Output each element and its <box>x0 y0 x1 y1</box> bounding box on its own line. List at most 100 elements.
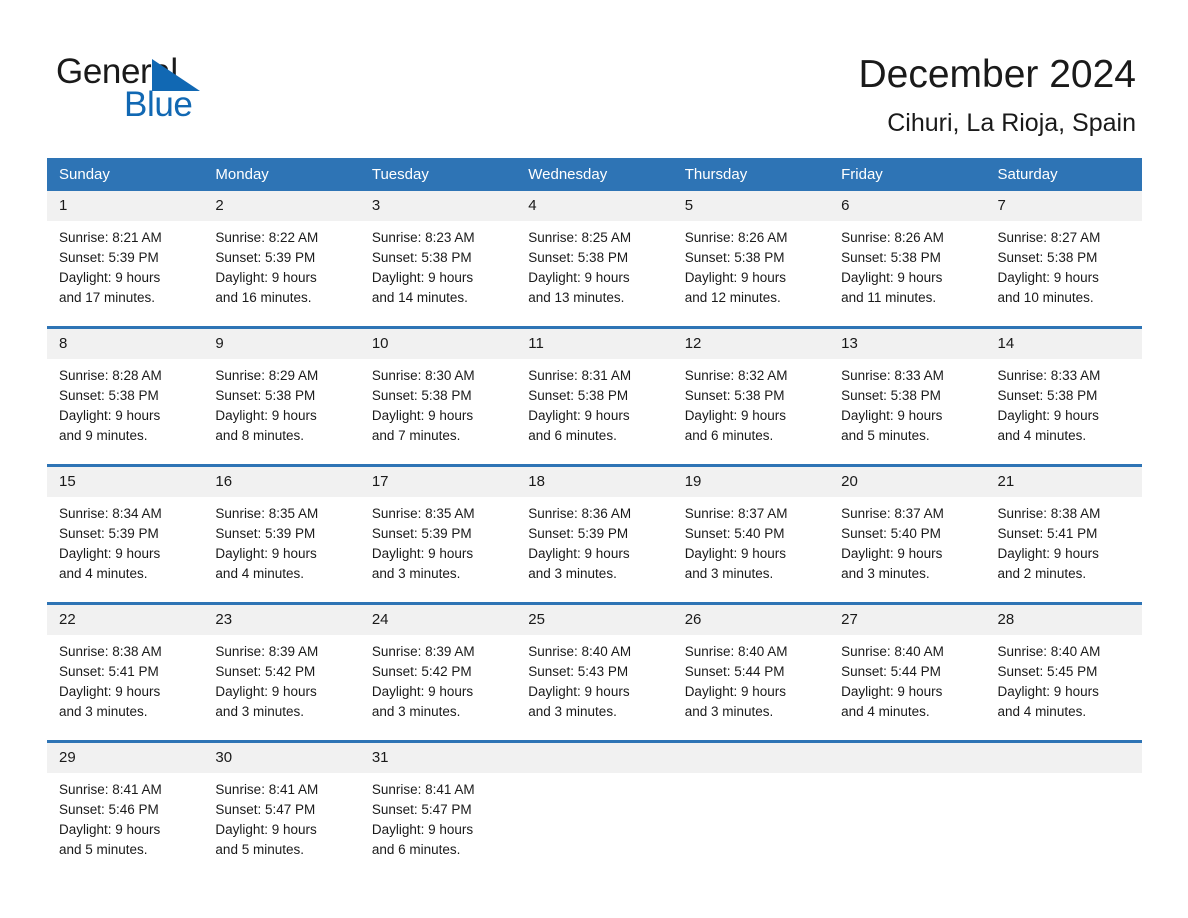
day-number: 22 <box>47 605 204 635</box>
day-number: 21 <box>985 467 1142 497</box>
day-details: Sunrise: 8:39 AM Sunset: 5:42 PM Dayligh… <box>360 635 516 722</box>
day-number: 1 <box>47 191 204 221</box>
daylight-text-line2: and 4 minutes. <box>997 704 1087 719</box>
calendar-day-cell[interactable]: 27 Sunrise: 8:40 AM Sunset: 5:44 PM Dayl… <box>829 605 986 740</box>
weekday-header-saturday: Saturday <box>985 158 1142 191</box>
sunset-text: Sunset: 5:39 PM <box>215 526 316 541</box>
sunset-text: Sunset: 5:47 PM <box>215 802 316 817</box>
daylight-text-line2: and 17 minutes. <box>59 290 156 305</box>
sunset-text: Sunset: 5:38 PM <box>684 388 785 403</box>
weekday-header-monday: Monday <box>203 158 360 191</box>
calendar-day-cell[interactable]: 20 Sunrise: 8:37 AM Sunset: 5:40 PM Dayl… <box>829 467 986 602</box>
sunrise-text: Sunrise: 8:41 AM <box>59 782 162 797</box>
daylight-text-line1: Daylight: 9 hours <box>59 270 161 285</box>
day-details: Sunrise: 8:40 AM Sunset: 5:44 PM Dayligh… <box>673 635 829 722</box>
sunset-text: Sunset: 5:41 PM <box>997 526 1098 541</box>
daylight-text-line1: Daylight: 9 hours <box>684 408 786 423</box>
day-number: 31 <box>359 743 517 773</box>
calendar-day-cell[interactable]: 14 Sunrise: 8:33 AM Sunset: 5:38 PM Dayl… <box>985 329 1142 464</box>
daylight-text-line2: and 12 minutes. <box>684 290 781 305</box>
sunrise-text: Sunrise: 8:32 AM <box>684 368 788 383</box>
sunrise-text: Sunrise: 8:29 AM <box>215 368 319 383</box>
day-details: Sunrise: 8:33 AM Sunset: 5:38 PM Dayligh… <box>986 359 1142 446</box>
calendar-day-cell[interactable]: 1 Sunrise: 8:21 AM Sunset: 5:39 PM Dayli… <box>47 191 204 326</box>
calendar-day-cell[interactable]: 24 Sunrise: 8:39 AM Sunset: 5:42 PM Dayl… <box>359 605 517 740</box>
day-details: Sunrise: 8:40 AM Sunset: 5:45 PM Dayligh… <box>986 635 1142 722</box>
daylight-text-line2: and 6 minutes. <box>371 842 461 857</box>
daylight-text-line2: and 5 minutes. <box>841 428 930 443</box>
sunset-text: Sunset: 5:39 PM <box>59 526 159 541</box>
daylight-text-line1: Daylight: 9 hours <box>215 408 317 423</box>
day-number <box>672 743 830 773</box>
sunset-text: Sunset: 5:39 PM <box>528 526 629 541</box>
sunset-text: Sunset: 5:38 PM <box>997 250 1098 265</box>
day-number: 27 <box>829 605 986 635</box>
day-details: Sunrise: 8:32 AM Sunset: 5:38 PM Dayligh… <box>673 359 829 446</box>
daylight-text-line1: Daylight: 9 hours <box>528 684 630 699</box>
day-details: Sunrise: 8:35 AM Sunset: 5:39 PM Dayligh… <box>203 497 359 584</box>
daylight-text-line1: Daylight: 9 hours <box>997 684 1099 699</box>
sunrise-text: Sunrise: 8:40 AM <box>841 644 944 659</box>
daylight-text-line2: and 3 minutes. <box>684 704 774 719</box>
calendar-body: 1 Sunrise: 8:21 AM Sunset: 5:39 PM Dayli… <box>47 191 1142 878</box>
calendar-week-row: 15 Sunrise: 8:34 AM Sunset: 5:39 PM Dayl… <box>47 467 1142 602</box>
calendar-day-cell[interactable]: 15 Sunrise: 8:34 AM Sunset: 5:39 PM Dayl… <box>47 467 204 602</box>
daylight-text-line1: Daylight: 9 hours <box>59 822 161 837</box>
day-details: Sunrise: 8:36 AM Sunset: 5:39 PM Dayligh… <box>516 497 672 584</box>
calendar-day-cell[interactable]: 4 Sunrise: 8:25 AM Sunset: 5:38 PM Dayli… <box>516 191 673 326</box>
sunrise-text: Sunrise: 8:40 AM <box>684 644 788 659</box>
sunrise-text: Sunrise: 8:25 AM <box>528 230 632 245</box>
day-number: 19 <box>672 467 830 497</box>
calendar-day-cell[interactable]: 29 Sunrise: 8:41 AM Sunset: 5:46 PM Dayl… <box>47 743 204 878</box>
calendar-day-cell[interactable]: 16 Sunrise: 8:35 AM Sunset: 5:39 PM Dayl… <box>203 467 360 602</box>
calendar-day-cell[interactable]: 17 Sunrise: 8:35 AM Sunset: 5:39 PM Dayl… <box>359 467 517 602</box>
page-subtitle: Cihuri, La Rioja, Spain <box>887 109 1136 137</box>
calendar-day-cell[interactable]: 3 Sunrise: 8:23 AM Sunset: 5:38 PM Dayli… <box>359 191 517 326</box>
sunrise-text: Sunrise: 8:26 AM <box>684 230 788 245</box>
day-number: 28 <box>985 605 1142 635</box>
daylight-text-line1: Daylight: 9 hours <box>59 684 161 699</box>
sunrise-text: Sunrise: 8:37 AM <box>841 506 944 521</box>
calendar-day-cell[interactable]: 8 Sunrise: 8:28 AM Sunset: 5:38 PM Dayli… <box>47 329 204 464</box>
day-number <box>829 743 986 773</box>
calendar-day-cell[interactable]: 31 Sunrise: 8:41 AM Sunset: 5:47 PM Dayl… <box>359 743 517 878</box>
sunrise-text: Sunrise: 8:33 AM <box>997 368 1101 383</box>
daylight-text-line2: and 4 minutes. <box>841 704 930 719</box>
sunset-text: Sunset: 5:42 PM <box>215 664 316 679</box>
sunrise-sunset-calendar: Sunday Monday Tuesday Wednesday Thursday… <box>47 158 1142 878</box>
calendar-day-cell[interactable]: 9 Sunrise: 8:29 AM Sunset: 5:38 PM Dayli… <box>203 329 360 464</box>
calendar-day-cell[interactable]: 30 Sunrise: 8:41 AM Sunset: 5:47 PM Dayl… <box>203 743 360 878</box>
sunset-text: Sunset: 5:43 PM <box>528 664 629 679</box>
day-details: Sunrise: 8:22 AM Sunset: 5:39 PM Dayligh… <box>203 221 359 308</box>
calendar-day-cell[interactable]: 25 Sunrise: 8:40 AM Sunset: 5:43 PM Dayl… <box>516 605 673 740</box>
sunrise-text: Sunrise: 8:26 AM <box>841 230 944 245</box>
calendar-day-cell[interactable]: 7 Sunrise: 8:27 AM Sunset: 5:38 PM Dayli… <box>985 191 1142 326</box>
calendar-day-cell[interactable]: 21 Sunrise: 8:38 AM Sunset: 5:41 PM Dayl… <box>985 467 1142 602</box>
general-blue-logo[interactable]: General Blue <box>56 53 276 133</box>
calendar-day-cell[interactable]: 11 Sunrise: 8:31 AM Sunset: 5:38 PM Dayl… <box>516 329 673 464</box>
calendar-day-cell[interactable]: 10 Sunrise: 8:30 AM Sunset: 5:38 PM Dayl… <box>359 329 517 464</box>
calendar-day-cell[interactable]: 2 Sunrise: 8:22 AM Sunset: 5:39 PM Dayli… <box>203 191 360 326</box>
calendar-day-cell[interactable]: 5 Sunrise: 8:26 AM Sunset: 5:38 PM Dayli… <box>672 191 830 326</box>
calendar-day-cell[interactable]: 12 Sunrise: 8:32 AM Sunset: 5:38 PM Dayl… <box>672 329 830 464</box>
sunrise-text: Sunrise: 8:38 AM <box>59 644 162 659</box>
sunset-text: Sunset: 5:40 PM <box>841 526 941 541</box>
day-number: 14 <box>985 329 1142 359</box>
calendar-day-cell[interactable]: 13 Sunrise: 8:33 AM Sunset: 5:38 PM Dayl… <box>829 329 986 464</box>
daylight-text-line2: and 3 minutes. <box>59 704 148 719</box>
day-number: 2 <box>203 191 360 221</box>
daylight-text-line2: and 8 minutes. <box>215 428 304 443</box>
calendar-day-cell[interactable]: 18 Sunrise: 8:36 AM Sunset: 5:39 PM Dayl… <box>516 467 673 602</box>
calendar-day-cell[interactable]: 28 Sunrise: 8:40 AM Sunset: 5:45 PM Dayl… <box>985 605 1142 740</box>
calendar-day-cell[interactable]: 6 Sunrise: 8:26 AM Sunset: 5:38 PM Dayli… <box>829 191 986 326</box>
day-details: Sunrise: 8:31 AM Sunset: 5:38 PM Dayligh… <box>516 359 672 446</box>
calendar-day-cell[interactable]: 19 Sunrise: 8:37 AM Sunset: 5:40 PM Dayl… <box>672 467 830 602</box>
daylight-text-line2: and 3 minutes. <box>371 566 461 581</box>
sunset-text: Sunset: 5:38 PM <box>997 388 1098 403</box>
calendar-day-cell[interactable]: 22 Sunrise: 8:38 AM Sunset: 5:41 PM Dayl… <box>47 605 204 740</box>
calendar-day-cell-empty <box>516 743 673 878</box>
calendar-day-cell[interactable]: 26 Sunrise: 8:40 AM Sunset: 5:44 PM Dayl… <box>672 605 830 740</box>
day-details: Sunrise: 8:40 AM Sunset: 5:43 PM Dayligh… <box>516 635 672 722</box>
calendar-day-cell[interactable]: 23 Sunrise: 8:39 AM Sunset: 5:42 PM Dayl… <box>203 605 360 740</box>
daylight-text-line1: Daylight: 9 hours <box>528 270 630 285</box>
